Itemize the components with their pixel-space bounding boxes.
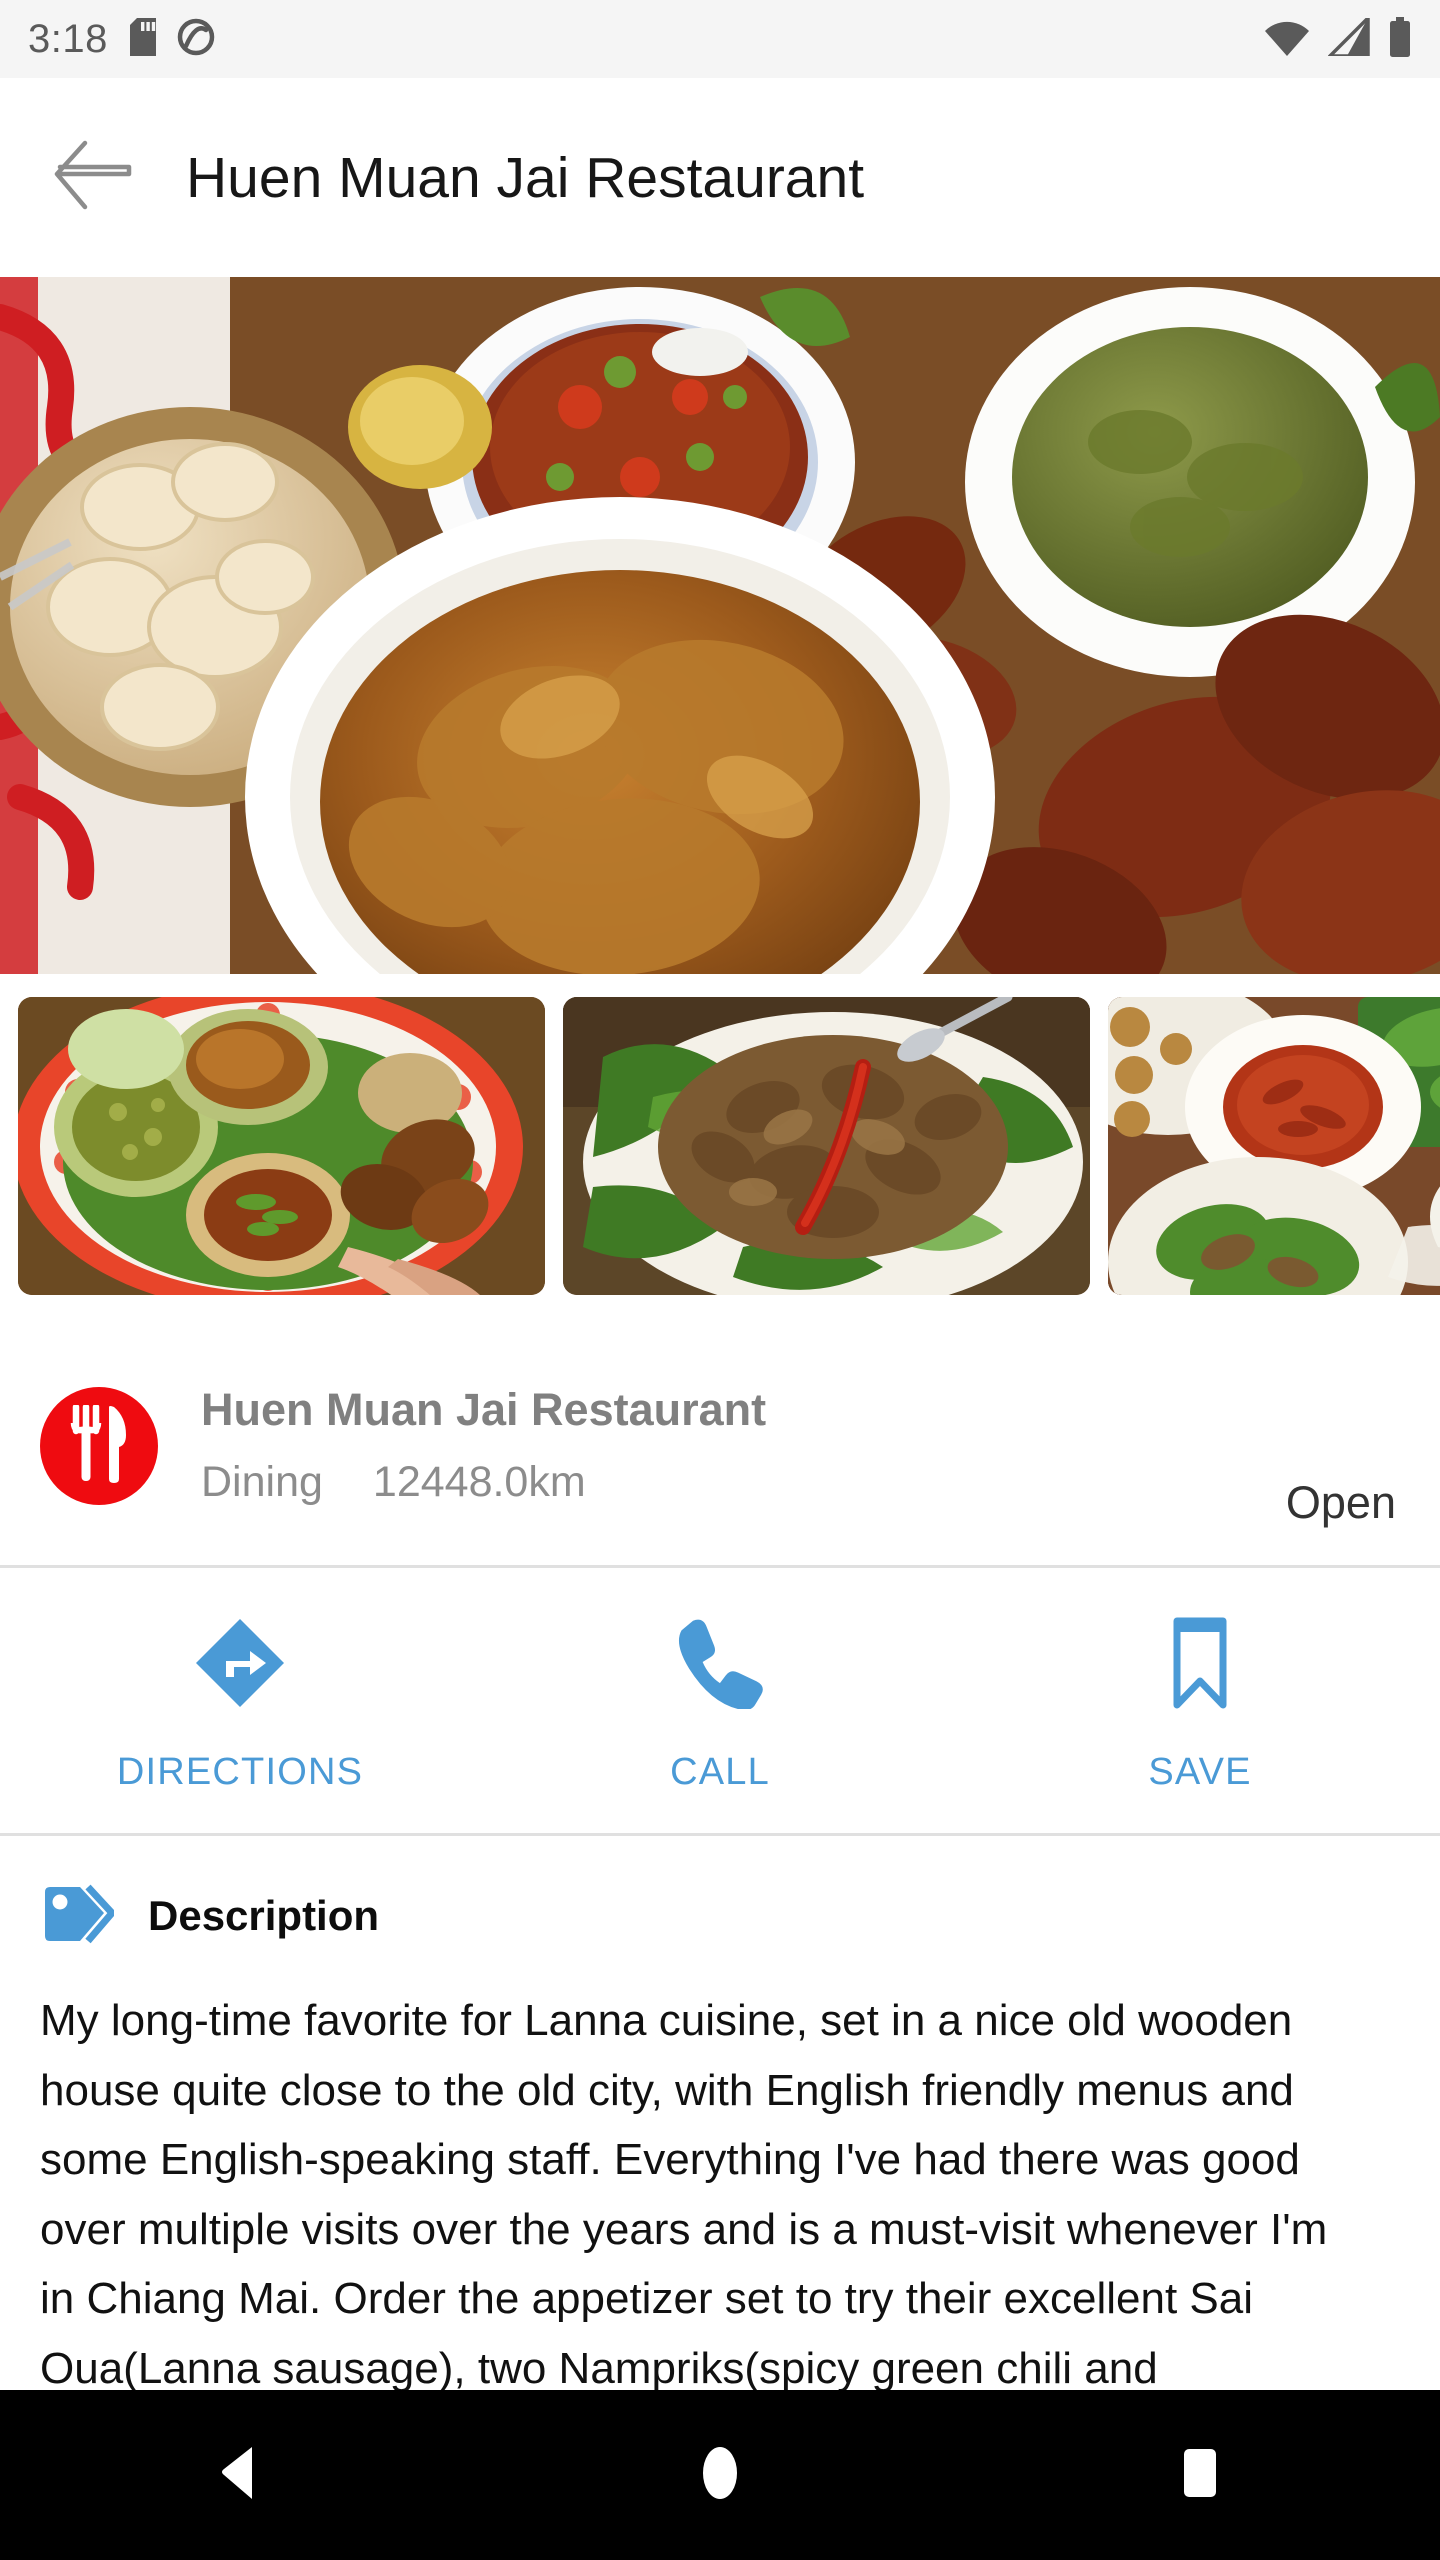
back-button[interactable] [40, 126, 144, 230]
description-section: Description My long-time favorite for La… [0, 1868, 1440, 2403]
thumbnail-strip[interactable] [0, 997, 1440, 1295]
sd-card-icon [129, 17, 156, 61]
nav-back-icon [216, 2445, 264, 2506]
status-clock: 3:18 [28, 17, 108, 61]
divider [0, 1833, 1440, 1836]
status-right-icons [1264, 13, 1412, 62]
directions-icon [192, 1615, 288, 1711]
cellular-signal-icon [1325, 13, 1370, 61]
hero-image-graphic [0, 277, 1440, 974]
status-bar: 3:18 [0, 0, 1440, 78]
navigation-bar [0, 2390, 1440, 2560]
action-bar: DIRECTIONS CALL SAVE [0, 1568, 1440, 1833]
directions-button[interactable]: DIRECTIONS [0, 1568, 480, 1833]
directions-label: DIRECTIONS [116, 1751, 364, 1793]
nav-recents-icon [1175, 2445, 1225, 2506]
nav-home-button[interactable] [480, 2390, 960, 2560]
back-arrow-icon [51, 137, 133, 218]
description-text: My long-time favorite for Lanna cuisine,… [40, 1996, 1328, 2393]
call-label: CALL [670, 1751, 770, 1793]
thumbnail-item[interactable] [1108, 997, 1440, 1295]
call-button[interactable]: CALL [480, 1568, 960, 1833]
tag-icon [40, 1881, 116, 1952]
place-texts: Huen Muan Jai Restaurant Dining 12448.0k… [201, 1385, 1286, 1508]
place-category: Dining [201, 1458, 323, 1507]
save-label: SAVE [1148, 1751, 1252, 1793]
do-not-disturb-icon [176, 17, 216, 62]
wifi-icon [1264, 18, 1310, 61]
app-bar: Huen Muan Jai Restaurant [0, 78, 1440, 277]
place-distance: 12448.0km [372, 1458, 586, 1507]
bookmark-icon [1165, 1615, 1235, 1711]
avatar [40, 1387, 158, 1505]
thumbnail-item[interactable] [563, 997, 1090, 1295]
hero-image[interactable] [0, 277, 1440, 974]
place-info-row[interactable]: Huen Muan Jai Restaurant Dining 12448.0k… [0, 1327, 1440, 1565]
status-badge: Open [1285, 1477, 1396, 1528]
place-name: Huen Muan Jai Restaurant [201, 1383, 767, 1435]
nav-home-icon [697, 2445, 743, 2506]
nav-recents-button[interactable] [960, 2390, 1440, 2560]
phone-icon [674, 1615, 766, 1711]
thumbnail-item[interactable] [18, 997, 545, 1295]
thumbnail-graphic [18, 997, 545, 1295]
battery-icon [1388, 16, 1412, 62]
thumbnail-graphic [563, 997, 1090, 1295]
status-left-icons [129, 17, 216, 62]
restaurant-cutlery-icon [68, 1403, 130, 1488]
app-screen: 3:18 Huen Muan Jai Restaurant Huen Muan … [0, 0, 1440, 2560]
save-button[interactable]: SAVE [960, 1568, 1440, 1833]
description-title: Description [148, 1892, 380, 1939]
thumbnail-graphic [1108, 997, 1440, 1295]
page-title: Huen Muan Jai Restaurant [186, 145, 865, 210]
description-header: Description [40, 1868, 1400, 1964]
place-meta: Dining 12448.0km [201, 1458, 1286, 1507]
nav-back-button[interactable] [0, 2390, 480, 2560]
